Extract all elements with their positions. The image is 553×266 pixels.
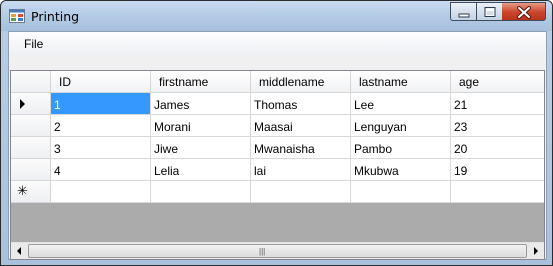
cell-firstname[interactable]: Lelia [151,159,251,181]
new-row[interactable]: ✳ [11,181,544,203]
cell-lastname[interactable] [351,181,451,203]
scroll-right-button[interactable] [527,243,544,259]
cell-firstname[interactable] [151,181,251,203]
cell-id[interactable]: 4 [51,159,151,181]
row-header[interactable] [11,137,51,159]
column-header-firstname[interactable]: firstname [151,71,251,93]
cell-middlename[interactable]: lai [251,159,351,181]
menu-file[interactable]: File [18,36,49,52]
cell-id[interactable]: 1 [51,93,151,115]
maximize-icon [484,7,496,17]
table-row[interactable]: 3 Jiwe Mwanaisha Pambo 20 [11,137,544,159]
scroll-left-button[interactable] [11,243,28,259]
app-icon [9,9,25,23]
column-header-age[interactable]: age [451,71,544,93]
close-icon [517,6,531,19]
column-header-lastname[interactable]: lastname [351,71,451,93]
row-header[interactable]: ✳ [11,181,51,203]
cell-id[interactable] [51,181,151,203]
cell-middlename[interactable]: Mwanaisha [251,137,351,159]
scroll-left-icon [17,247,21,255]
client-area: File ID firstname middlename lastname ag… [8,31,547,260]
new-row-icon: ✳ [17,184,28,199]
title-bar[interactable]: Printing [1,1,552,31]
column-header-id[interactable]: ID [51,71,151,93]
current-row-arrow-icon [20,99,25,109]
scroll-right-icon [534,247,538,255]
table-row[interactable]: 2 Morani Maasai Lenguyan 23 [11,115,544,137]
cell-lastname[interactable]: Pambo [351,137,451,159]
table-row[interactable]: 4 Lelia lai Mkubwa 19 [11,159,544,181]
cell-age[interactable]: 20 [451,137,544,159]
cell-firstname[interactable]: Jiwe [151,137,251,159]
cell-firstname[interactable]: Morani [151,115,251,137]
cell-middlename[interactable] [251,181,351,203]
row-header[interactable] [11,159,51,181]
window-title: Printing [31,9,80,24]
cell-lastname[interactable]: Lee [351,93,451,115]
scrollbar-thumb[interactable]: ||| [28,244,527,258]
menu-bar: File [9,32,546,56]
cell-age[interactable]: 19 [451,159,544,181]
cell-id[interactable]: 3 [51,137,151,159]
cell-age[interactable]: 23 [451,115,544,137]
window: Printing File ID firstname middlename la… [0,0,553,266]
row-header[interactable] [11,93,51,115]
column-header-middlename[interactable]: middlename [251,71,351,93]
cell-middlename[interactable]: Maasai [251,115,351,137]
header-row: ID firstname middlename lastname age [11,71,544,93]
data-grid[interactable]: ID firstname middlename lastname age 1 J… [10,70,545,260]
cell-age[interactable]: 21 [451,93,544,115]
horizontal-scrollbar[interactable]: ||| [11,242,544,259]
close-button[interactable] [502,2,546,21]
table-row[interactable]: 1 James Thomas Lee 21 [11,93,544,115]
cell-middlename[interactable]: Thomas [251,93,351,115]
minimize-icon [458,13,470,18]
cell-age[interactable] [451,181,544,203]
cell-lastname[interactable]: Lenguyan [351,115,451,137]
scrollbar-grip: ||| [259,247,266,256]
cell-lastname[interactable]: Mkubwa [351,159,451,181]
minimize-button[interactable] [450,2,477,21]
cell-id[interactable]: 2 [51,115,151,137]
top-left-header-cell[interactable] [11,71,51,93]
cell-firstname[interactable]: James [151,93,251,115]
maximize-button[interactable] [476,2,503,21]
row-header[interactable] [11,115,51,137]
